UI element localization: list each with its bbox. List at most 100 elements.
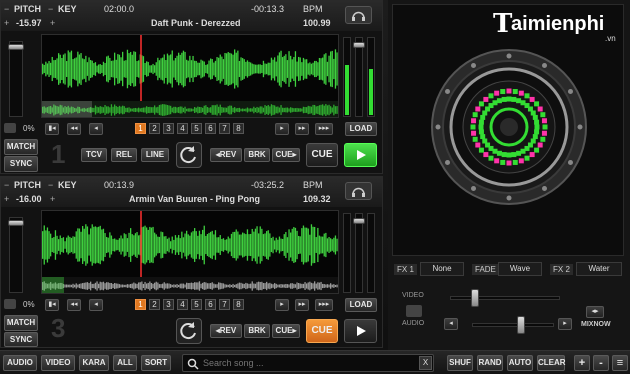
random-button[interactable]: RAND xyxy=(477,355,503,371)
link-lock-icon[interactable] xyxy=(406,305,422,317)
deck-a-pitch-fader-handle[interactable] xyxy=(8,44,24,50)
deck-a-volume-handle[interactable] xyxy=(353,42,365,48)
deck-a-sync-button[interactable]: SYNC xyxy=(4,156,38,172)
deck-b-pitch-minus-icon[interactable]: − xyxy=(4,180,9,190)
deck-b-back-icon[interactable]: ◂ xyxy=(89,299,103,311)
sort-button[interactable]: SORT xyxy=(141,355,171,371)
deck-a-cue-button[interactable]: CUE xyxy=(306,143,338,167)
fx2-select[interactable]: Water xyxy=(576,262,622,276)
deck-b-rev-button[interactable]: ◂REV xyxy=(210,324,242,338)
deck-a-rel-button[interactable]: REL xyxy=(111,148,137,162)
deck-b-waveform[interactable] xyxy=(41,210,339,294)
deck-b-cue-pad[interactable]: 8 xyxy=(233,299,244,310)
mixnow-arrows-icon[interactable]: ◂▸ xyxy=(586,306,604,318)
auto-button[interactable]: AUTO xyxy=(507,355,533,371)
deck-a-brk-button[interactable]: BRK xyxy=(244,148,270,162)
deck-b-cue-pad[interactable]: 7 xyxy=(219,299,230,310)
shuffle-button[interactable]: SHUF xyxy=(447,355,473,371)
deck-b-pitch-fader-handle[interactable] xyxy=(8,220,24,226)
filter-kara-button[interactable]: KARA xyxy=(79,355,109,371)
deck-a-cue-pad[interactable]: 8 xyxy=(233,123,244,134)
deck-b-pitch-fader[interactable] xyxy=(8,217,24,293)
deck-a-rev-button[interactable]: ◂REV xyxy=(210,148,242,162)
deck-b-cue-pad[interactable]: 2 xyxy=(149,299,160,310)
deck-a-match-button[interactable]: MATCH xyxy=(4,139,38,155)
crossfader-left-icon[interactable]: ◂ xyxy=(444,318,458,330)
deck-b-cue-button[interactable]: CUE xyxy=(306,319,338,343)
crossfader-right-icon[interactable]: ▸ xyxy=(558,318,572,330)
deck-b-cue-pad[interactable]: 1 xyxy=(135,299,146,310)
deck-a-skip-forward-icon[interactable]: ▸▸▸ xyxy=(315,123,333,135)
filter-all-button[interactable]: ALL xyxy=(113,355,137,371)
audio-crossfader-handle[interactable] xyxy=(517,316,525,334)
deck-a-pitch-fader[interactable] xyxy=(8,41,24,117)
clear-button[interactable]: CLEAR xyxy=(537,355,566,371)
video-crossfader[interactable] xyxy=(450,289,560,307)
menu-button[interactable]: ≡ xyxy=(612,355,628,371)
deck-b-fast-forward-icon[interactable]: ▸▸ xyxy=(295,299,309,311)
deck-a-cue-pad[interactable]: 6 xyxy=(205,123,216,134)
deck-a-load-button[interactable]: LOAD xyxy=(345,122,377,136)
deck-a-pitch-plus-icon[interactable]: + xyxy=(4,18,9,28)
deck-a-fast-forward-icon[interactable]: ▸▸ xyxy=(295,123,309,135)
deck-a-back-icon[interactable]: ◂ xyxy=(89,123,103,135)
add-button[interactable]: + xyxy=(574,355,590,371)
waveform-bar xyxy=(131,283,133,289)
deck-b-pitch-plus-icon[interactable]: + xyxy=(4,194,9,204)
deck-b-skip-forward-icon[interactable]: ▸▸▸ xyxy=(315,299,333,311)
deck-a-key-plus-icon[interactable]: + xyxy=(50,18,55,28)
deck-b-play-button[interactable] xyxy=(344,319,377,343)
deck-a-cue-pad[interactable]: 5 xyxy=(191,123,202,134)
deck-a-volume-fader[interactable] xyxy=(353,37,365,117)
deck-a-cue-pad[interactable]: 2 xyxy=(149,123,160,134)
deck-b-rewind-icon[interactable]: ◂◂ xyxy=(67,299,81,311)
deck-b-loop-button[interactable] xyxy=(176,318,202,344)
deck-a-rewind-icon[interactable]: ◂◂ xyxy=(67,123,81,135)
deck-b-volume-fader[interactable] xyxy=(353,213,365,293)
fx1-select[interactable]: None xyxy=(420,262,464,276)
deck-a-cue-pad[interactable]: 4 xyxy=(177,123,188,134)
turntable-platter[interactable] xyxy=(431,49,587,205)
deck-a-play-button[interactable] xyxy=(344,143,377,167)
deck-a-pitch-minus-icon[interactable]: − xyxy=(4,4,9,14)
deck-b-cue-pad[interactable]: 5 xyxy=(191,299,202,310)
deck-a-skip-back-icon[interactable]: ▮◂ xyxy=(45,123,59,135)
filter-audio-button[interactable]: AUDIO xyxy=(3,355,37,371)
deck-b-key-plus-icon[interactable]: + xyxy=(50,194,55,204)
search-input[interactable] xyxy=(203,356,413,370)
deck-a-cue-mini-button[interactable]: CUE▸ xyxy=(272,148,300,162)
deck-b-cue-pad[interactable]: 6 xyxy=(205,299,216,310)
deck-b-skip-back-icon[interactable]: ▮◂ xyxy=(45,299,59,311)
deck-a-cue-pad[interactable]: 7 xyxy=(219,123,230,134)
clear-search-button[interactable]: X xyxy=(419,356,432,370)
deck-b-volume-handle[interactable] xyxy=(353,218,365,224)
remove-button[interactable]: - xyxy=(593,355,609,371)
fade-select[interactable]: Wave xyxy=(498,262,542,276)
audio-crossfader[interactable] xyxy=(472,316,554,334)
deck-b-forward-icon[interactable]: ▸ xyxy=(275,299,289,311)
deck-a-loop-button[interactable] xyxy=(176,142,202,168)
deck-b-cue-pad[interactable]: 4 xyxy=(177,299,188,310)
filter-video-button[interactable]: VIDEO xyxy=(41,355,75,371)
deck-a-headphone-button[interactable] xyxy=(345,6,372,24)
deck-a-line-button[interactable]: LINE xyxy=(141,148,169,162)
waveform-bar xyxy=(96,106,98,114)
deck-a-lock-icon[interactable] xyxy=(4,123,16,133)
deck-a-forward-icon[interactable]: ▸ xyxy=(275,123,289,135)
deck-b-cue-pad[interactable]: 3 xyxy=(163,299,174,310)
deck-a-cue-pad[interactable]: 1 xyxy=(135,123,146,134)
waveform-bar xyxy=(322,57,324,81)
deck-b-lock-icon[interactable] xyxy=(4,299,16,309)
deck-b-cue-mini-button[interactable]: CUE▸ xyxy=(272,324,300,338)
deck-a-cue-pad[interactable]: 3 xyxy=(163,123,174,134)
deck-b-sync-button[interactable]: SYNC xyxy=(4,332,38,347)
deck-a-tcv-button[interactable]: TCV xyxy=(81,148,107,162)
deck-a-waveform[interactable] xyxy=(41,34,339,118)
video-crossfader-handle[interactable] xyxy=(471,289,479,307)
deck-b-headphone-button[interactable] xyxy=(345,182,372,200)
deck-a-key-minus-icon[interactable]: − xyxy=(48,4,53,14)
deck-b-key-minus-icon[interactable]: − xyxy=(48,180,53,190)
deck-b-match-button[interactable]: MATCH xyxy=(4,315,38,331)
deck-b-load-button[interactable]: LOAD xyxy=(345,298,377,312)
deck-b-brk-button[interactable]: BRK xyxy=(244,324,270,338)
